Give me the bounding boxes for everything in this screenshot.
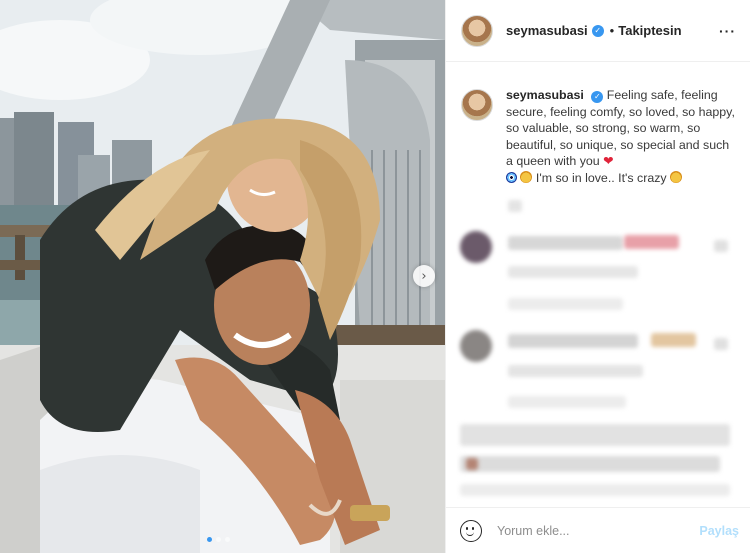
blurred-comment — [651, 333, 696, 347]
caption-username[interactable]: seymasubasi — [506, 88, 584, 102]
blurred-like-icon — [714, 240, 728, 252]
verified-badge-icon: ✓ — [591, 24, 604, 37]
post-caption: seymasubasi ✓ Feeling safe, feeling secu… — [446, 62, 750, 187]
photo-illustration — [0, 0, 445, 553]
verified-badge-icon: ✓ — [591, 91, 604, 104]
blurred-timestamp — [508, 396, 626, 408]
carousel-dot — [225, 537, 230, 542]
next-photo-button[interactable]: › — [413, 265, 435, 287]
blurred-timestamp — [508, 298, 623, 310]
carousel-dot — [216, 537, 221, 542]
smiley-icon[interactable] — [460, 519, 482, 542]
share-button[interactable]: Paylaş — [699, 524, 739, 538]
post-sidebar: seymasubasi ✓ • Takiptesin ··· seymasuba… — [445, 0, 750, 553]
caption-text: seymasubasi ✓ Feeling safe, feeling secu… — [506, 87, 736, 187]
blurred-comment — [508, 334, 638, 348]
blurred-timestamp — [508, 266, 638, 278]
post-header: seymasubasi ✓ • Takiptesin ··· — [446, 0, 750, 62]
blurred-comment — [466, 458, 478, 470]
avatar[interactable] — [461, 14, 493, 47]
header-separator: • — [609, 23, 615, 38]
more-dots-icon[interactable]: ··· — [719, 23, 736, 39]
pleading-face-emoji-icon — [670, 170, 683, 183]
comment-bar: Paylaş — [446, 507, 750, 553]
blurred-comment — [624, 235, 679, 249]
blurred-avatar — [460, 231, 492, 263]
caption-body-2: I'm so in love.. It's crazy — [532, 170, 671, 185]
avatar[interactable] — [461, 89, 493, 121]
blurred-comment — [460, 484, 730, 496]
blurred-comment — [508, 365, 643, 377]
comment-input[interactable] — [497, 523, 700, 538]
blurred-comment — [508, 236, 623, 250]
post-photo[interactable]: › — [0, 0, 445, 553]
blurred-comment — [460, 456, 720, 472]
evil-eye-emoji-icon — [506, 171, 517, 183]
blurred-comment — [460, 424, 730, 446]
carousel-dot — [207, 537, 212, 542]
chevron-right-icon: › — [421, 268, 427, 284]
blurred-avatar — [460, 330, 492, 362]
header-username[interactable]: seymasubasi — [506, 23, 588, 38]
carousel-indicator — [207, 537, 230, 542]
blurred-timestamp — [508, 200, 522, 212]
blurred-like-icon — [714, 338, 728, 350]
follow-status-button[interactable]: Takiptesin — [618, 23, 681, 38]
heart-emoji-icon: ❤ — [603, 154, 614, 169]
face-emoji-icon — [520, 170, 533, 183]
